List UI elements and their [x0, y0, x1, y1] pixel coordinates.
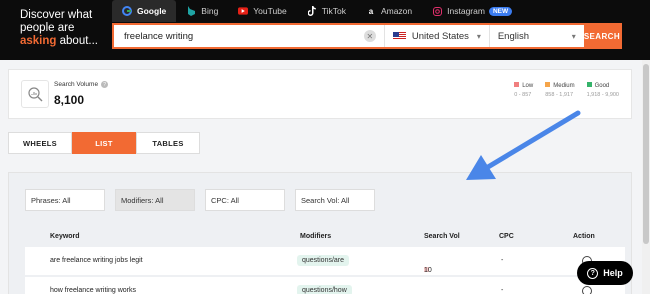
header-modifiers[interactable]: Modifiers — [300, 233, 331, 240]
tiktok-icon — [307, 6, 317, 16]
search-volume-label: Search Volume ? — [54, 81, 109, 88]
country-value: United States — [411, 30, 469, 42]
chevron-down-icon: ▾ — [476, 31, 481, 41]
language-value: English — [497, 30, 530, 42]
tab-google[interactable]: Google — [112, 0, 177, 22]
tab-tiktok-label: TikTok — [321, 6, 346, 16]
legend-low-range: 0 - 857 — [514, 92, 532, 98]
brand-line-2: people are — [20, 22, 75, 34]
search-button[interactable]: SEARCH — [583, 25, 620, 47]
tab-amazon[interactable]: a Amazon — [356, 0, 422, 22]
row-action-button[interactable]: ••• — [582, 286, 592, 294]
header-cpc[interactable]: CPC — [499, 233, 514, 240]
phrases-filter[interactable]: Phrases: All — [25, 189, 105, 211]
table-row: are freelance writing jobs legit questio… — [25, 247, 625, 275]
legend-low-swatch — [514, 82, 520, 87]
new-badge: NEW — [488, 6, 513, 16]
brand-tagline: Discover what people are asking about... — [20, 9, 112, 48]
google-icon — [122, 6, 132, 16]
tab-list[interactable]: LIST — [72, 132, 136, 154]
table-row: how freelance writing works questions/ho… — [25, 277, 625, 294]
volume-legend: Low 0 - 857 Medium 858 - 1,917 Good 1,918 -… — [514, 82, 619, 98]
search-vol-filter[interactable]: Search Vol: All — [295, 189, 375, 211]
top-header: Discover what people are asking about...… — [0, 0, 650, 60]
tab-instagram[interactable]: Instagram NEW — [422, 0, 522, 22]
modifiers-filter[interactable]: Modifiers: All — [115, 189, 195, 211]
row-cpc: - — [501, 257, 504, 264]
brand-accent: asking — [20, 35, 57, 47]
legend-good-label: Good — [594, 83, 610, 89]
header-search-vol[interactable]: Search Vol — [424, 233, 460, 240]
row-keyword: how freelance writing works — [50, 287, 136, 294]
help-icon[interactable]: ? — [101, 81, 109, 88]
amazon-icon: a — [368, 6, 374, 16]
tab-google-label: Google — [137, 6, 167, 16]
help-label: Help — [603, 268, 623, 278]
legend-medium-range: 858 - 1,917 — [545, 92, 574, 98]
search-volume-card: Search Volume ? 8,100 Low 0 - 857 Medium 8… — [8, 69, 632, 119]
header-action: Action — [573, 233, 595, 240]
list-panel: Phrases: All Modifiers: All CPC: All Sea… — [8, 172, 632, 294]
clear-search-button[interactable]: ✕ — [363, 30, 376, 42]
brand-line-3: asking about... — [20, 35, 112, 48]
tab-bing[interactable]: Bing — [176, 0, 228, 22]
us-flag-icon — [392, 32, 406, 40]
close-icon: ✕ — [366, 31, 374, 41]
help-button[interactable]: ? Help — [577, 261, 633, 285]
country-select[interactable]: United States ▾ — [383, 25, 489, 47]
language-select[interactable]: English ▾ — [488, 25, 584, 47]
search-volume-value: 8,100 — [54, 93, 85, 107]
legend-medium-label: Medium — [553, 83, 575, 89]
tab-youtube[interactable]: YouTube — [228, 0, 296, 22]
tab-youtube-label: YouTube — [253, 6, 287, 16]
bing-icon — [186, 6, 196, 16]
filter-bar: Phrases: All Modifiers: All CPC: All Sea… — [25, 189, 375, 211]
chevron-down-icon: ▾ — [571, 31, 576, 41]
view-tabs: WHEELS LIST TABLES — [8, 132, 200, 154]
header-keyword[interactable]: Keyword — [50, 233, 80, 240]
legend-low: Low 0 - 857 — [514, 82, 533, 98]
scrollbar-thumb[interactable] — [643, 64, 649, 244]
tab-bing-label: Bing — [201, 6, 219, 16]
tab-wheels[interactable]: WHEELS — [8, 132, 72, 154]
tab-tables[interactable]: TABLES — [136, 132, 200, 154]
search-input[interactable] — [114, 25, 364, 47]
modifier-tag[interactable]: questions/are — [297, 255, 350, 266]
brand-rest: about... — [56, 35, 98, 47]
row-search-vol-value: 10 — [424, 267, 432, 274]
modifier-tag[interactable]: questions/how — [297, 285, 352, 294]
legend-good-swatch — [586, 82, 592, 87]
tab-tiktok[interactable]: TikTok — [297, 0, 356, 22]
instagram-icon — [432, 6, 442, 16]
tab-amazon-label: Amazon — [380, 6, 413, 16]
search-bar: ✕ United States ▾ English ▾ SEARCH — [112, 23, 622, 49]
question-icon: ? — [587, 267, 599, 279]
search-volume-icon — [21, 80, 49, 108]
page-scrollbar[interactable] — [642, 60, 650, 294]
brand-line-1: Discover what — [20, 9, 93, 21]
cpc-filter[interactable]: CPC: All — [205, 189, 285, 211]
row-cpc: - — [501, 287, 504, 294]
legend-good-range: 1,918 - 9,900 — [586, 92, 619, 98]
legend-medium: Medium 858 - 1,917 — [545, 82, 575, 98]
legend-low-label: Low — [522, 83, 534, 89]
legend-medium-swatch — [545, 82, 551, 87]
row-keyword: are freelance writing jobs legit — [50, 257, 143, 264]
youtube-icon — [238, 6, 249, 16]
search-volume-label-text: Search Volume — [54, 81, 99, 88]
legend-good: Good 1,918 - 9,900 — [586, 82, 619, 98]
engine-tabs: Google Bing YouTube TikTok a Amazon Insta… — [112, 0, 522, 22]
tab-instagram-label: Instagram — [447, 6, 485, 16]
